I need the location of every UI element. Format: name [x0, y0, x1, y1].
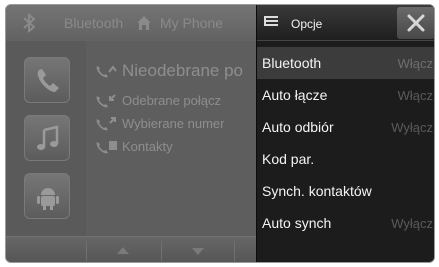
list-item-label: Odebrane połącz: [122, 93, 222, 108]
contacts-icon: [96, 141, 117, 154]
received-call-icon: [96, 94, 116, 108]
list-item-label: Wybierane numer: [122, 116, 225, 131]
option-value: Wyłącz: [391, 120, 433, 135]
scroll-down-icon[interactable]: [190, 243, 206, 259]
option-auto-answer[interactable]: Auto odbiór Wyłącz: [257, 111, 434, 143]
option-auto-connect[interactable]: Auto łącze Włącz: [257, 79, 434, 111]
popup-title: Opcje: [291, 17, 323, 31]
close-icon: [407, 14, 425, 32]
phone-name-label: My Phone: [160, 15, 224, 31]
phone-handset-icon: [37, 69, 59, 92]
android-icon: [37, 188, 59, 210]
option-label: Auto synch: [262, 215, 332, 231]
music-app-button[interactable]: [24, 115, 70, 161]
option-label: Auto odbiór: [262, 119, 334, 135]
option-pairing-code[interactable]: Kod par.: [257, 143, 434, 175]
footer-divider: [86, 241, 87, 261]
close-button[interactable]: [397, 7, 434, 39]
list-item-label: Nieodebrane po: [122, 61, 243, 80]
popup-header: Opcje: [257, 5, 434, 41]
footer-divider: [161, 241, 162, 261]
bluetooth-icon[interactable]: [20, 13, 38, 33]
option-label: Bluetooth: [262, 55, 322, 71]
footer-divider: [234, 241, 235, 261]
phone-app-button[interactable]: [24, 57, 70, 103]
option-value: Włącz: [397, 88, 433, 103]
option-auto-sync[interactable]: Auto synch Wyłącz: [257, 207, 434, 239]
option-bluetooth[interactable]: Bluetooth Włącz: [257, 47, 434, 79]
list-item-label: Kontakty: [122, 139, 173, 154]
missed-call-icon: [96, 65, 117, 78]
scroll-up-icon[interactable]: [115, 243, 131, 259]
music-note-icon: [37, 125, 59, 150]
home-icon[interactable]: [136, 15, 152, 31]
option-label: Synch. kontaktów: [262, 183, 372, 199]
screen: Bluetooth My Phone Nieodebrane po Odebra…: [5, 4, 435, 263]
option-label: Auto łącze: [262, 87, 328, 103]
option-value: Włącz: [397, 56, 433, 71]
option-label: Kod par.: [262, 151, 315, 167]
menu-icon: [264, 16, 278, 26]
option-sync-contacts[interactable]: Synch. kontaktów: [257, 175, 434, 207]
app-sidebar: [6, 41, 86, 236]
option-value: Wyłącz: [391, 216, 433, 231]
dialed-call-icon: [96, 117, 116, 131]
options-popup: Opcje Bluetooth Włącz Auto łącze Włącz A…: [256, 5, 434, 262]
android-app-button[interactable]: [24, 173, 70, 219]
bluetooth-label[interactable]: Bluetooth: [64, 15, 123, 31]
